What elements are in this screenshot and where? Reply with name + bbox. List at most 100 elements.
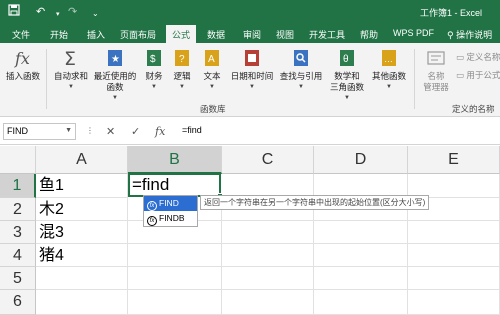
row-header[interactable]: 3	[0, 221, 36, 244]
cell-d5[interactable]	[314, 267, 408, 290]
row-header[interactable]: 2	[0, 198, 36, 221]
chevron-down-icon: ▼	[179, 84, 185, 90]
svg-text:?: ?	[179, 54, 185, 65]
insert-function-button[interactable]: fx 插入函数	[4, 47, 42, 82]
autocomplete-item-findb[interactable]: fx FINDB	[144, 211, 197, 226]
date-time-button[interactable]: 日期和时间 ▼	[229, 47, 275, 93]
use-in-formula-button[interactable]: ▭ 用于公式	[456, 69, 500, 81]
logical-book-icon: ?	[175, 50, 189, 66]
tab-file[interactable]: 文件	[12, 28, 30, 41]
separator	[46, 49, 47, 109]
formula-icon: ▭	[456, 70, 465, 80]
cell-c3[interactable]	[222, 221, 314, 244]
finance-book-icon: $	[147, 50, 161, 66]
row-header[interactable]: 5	[0, 267, 36, 290]
lookup-reference-button[interactable]: 查找与引用 ▼	[278, 47, 324, 93]
svg-text:…: …	[384, 54, 393, 64]
svg-text:A: A	[208, 54, 215, 65]
cell-d6[interactable]	[314, 290, 408, 315]
formula-input[interactable]: =find	[182, 125, 202, 135]
cell-d4[interactable]	[314, 244, 408, 267]
cell-e5[interactable]	[408, 267, 500, 290]
fx-icon: fx	[14, 49, 30, 68]
function-library-group-label: 函数库	[200, 104, 226, 114]
text-button[interactable]: A 文本 ▼	[200, 47, 224, 93]
defined-names-group-label: 定义的名称	[452, 104, 495, 114]
financial-button[interactable]: $ 财务 ▼	[142, 47, 166, 93]
more-functions-book-icon: …	[382, 50, 396, 66]
cell-a5[interactable]	[36, 267, 128, 290]
sigma-icon: Σ	[64, 48, 76, 69]
row-header[interactable]: 4	[0, 244, 36, 267]
autosum-button[interactable]: Σ 自动求和 ▼	[51, 47, 91, 93]
formula-bar: FIND ▼ ⋮ ✕ ✓ fx =find	[0, 118, 500, 145]
tab-wps-pdf[interactable]: WPS PDF	[393, 28, 434, 38]
cell-b4[interactable]	[128, 244, 222, 267]
tab-review[interactable]: 审阅	[243, 28, 261, 41]
worksheet-grid: A B C D E 1 2 3 4 5 6 鱼1 木2 混3 猪4 =find	[0, 146, 500, 315]
cell-c6[interactable]	[222, 290, 314, 315]
chevron-down-icon[interactable]: ▼	[65, 127, 72, 134]
select-all-corner[interactable]	[0, 146, 36, 174]
logical-button[interactable]: ? 逻辑 ▼	[170, 47, 194, 93]
svg-text:$: $	[150, 54, 156, 65]
enter-icon[interactable]: ✓	[131, 125, 140, 138]
tab-data[interactable]: 数据	[207, 28, 225, 41]
cell-e4[interactable]	[408, 244, 500, 267]
column-header[interactable]: E	[408, 146, 500, 174]
svg-text:θ: θ	[343, 54, 349, 65]
cell-e3[interactable]	[408, 221, 500, 244]
save-icon[interactable]	[8, 4, 20, 21]
row-header[interactable]: 1	[0, 174, 36, 198]
column-header[interactable]: B	[128, 146, 222, 174]
undo-dropdown-icon[interactable]: ▾	[56, 7, 60, 23]
title-bar: ↶ ▾ ↷ ⌄ 工作簿1 - Excel	[0, 0, 500, 25]
cell-d3[interactable]	[314, 221, 408, 244]
cell-editor-text[interactable]: =find	[132, 175, 169, 194]
name-manager-button[interactable]: 名称 管理器	[418, 47, 454, 93]
cancel-icon[interactable]: ✕	[106, 125, 115, 138]
active-cell-b1[interactable]: =find	[128, 173, 223, 199]
cell-a2[interactable]: 木2	[36, 198, 128, 221]
tab-insert[interactable]: 插入	[87, 28, 105, 41]
customize-quick-access-icon[interactable]: ⌄	[92, 6, 99, 22]
cell-e6[interactable]	[408, 290, 500, 315]
fx-icon[interactable]: fx	[155, 125, 165, 138]
tell-me-search[interactable]: ⚲ 操作说明	[447, 28, 492, 41]
svg-text:Σ: Σ	[64, 48, 76, 69]
cell-a4[interactable]: 猪4	[36, 244, 128, 267]
tab-help[interactable]: 帮助	[360, 28, 378, 41]
chevron-down-icon: ▼	[151, 84, 157, 90]
math-trig-button[interactable]: θ 数学和 三角函数 ▼	[327, 47, 367, 104]
define-name-button[interactable]: ▭ 定义名称	[456, 51, 500, 63]
tab-developer[interactable]: 开发工具	[309, 28, 345, 41]
separator	[414, 49, 415, 109]
name-box[interactable]: FIND ▼	[3, 123, 76, 140]
recently-used-button[interactable]: ★ 最近使用的 函数 ▼	[92, 47, 138, 104]
cell-a1[interactable]: 鱼1	[36, 174, 128, 198]
ribbon-tabs: 文件 开始 插入 页面布局 公式 数据 审阅 视图 开发工具 帮助 WPS PD…	[0, 25, 500, 43]
cell-b5[interactable]	[128, 267, 222, 290]
cell-c5[interactable]	[222, 267, 314, 290]
cell-b6[interactable]	[128, 290, 222, 315]
autocomplete-item-find[interactable]: fx FIND	[144, 196, 197, 211]
cell-a6[interactable]	[36, 290, 128, 315]
column-header[interactable]: C	[222, 146, 314, 174]
tab-page-layout[interactable]: 页面布局	[120, 28, 156, 41]
tab-home[interactable]: 开始	[50, 28, 68, 41]
cell-a3[interactable]: 混3	[36, 221, 128, 244]
tag-icon: ▭	[456, 52, 465, 62]
tab-formulas[interactable]: 公式	[166, 25, 197, 43]
chevron-down-icon: ▼	[209, 84, 215, 90]
cell-c4[interactable]	[222, 244, 314, 267]
tab-view[interactable]: 视图	[276, 28, 294, 41]
row-header[interactable]: 6	[0, 290, 36, 315]
more-functions-button[interactable]: … 其他函数 ▼	[369, 47, 409, 93]
column-header[interactable]: A	[36, 146, 128, 174]
undo-icon[interactable]: ↶	[36, 4, 45, 20]
column-header[interactable]: D	[314, 146, 408, 174]
text-book-icon: A	[205, 50, 219, 66]
redo-icon[interactable]: ↷	[68, 4, 77, 20]
lightbulb-icon: ⚲	[447, 30, 454, 40]
formula-bar-grip-icon: ⋮	[86, 126, 94, 135]
